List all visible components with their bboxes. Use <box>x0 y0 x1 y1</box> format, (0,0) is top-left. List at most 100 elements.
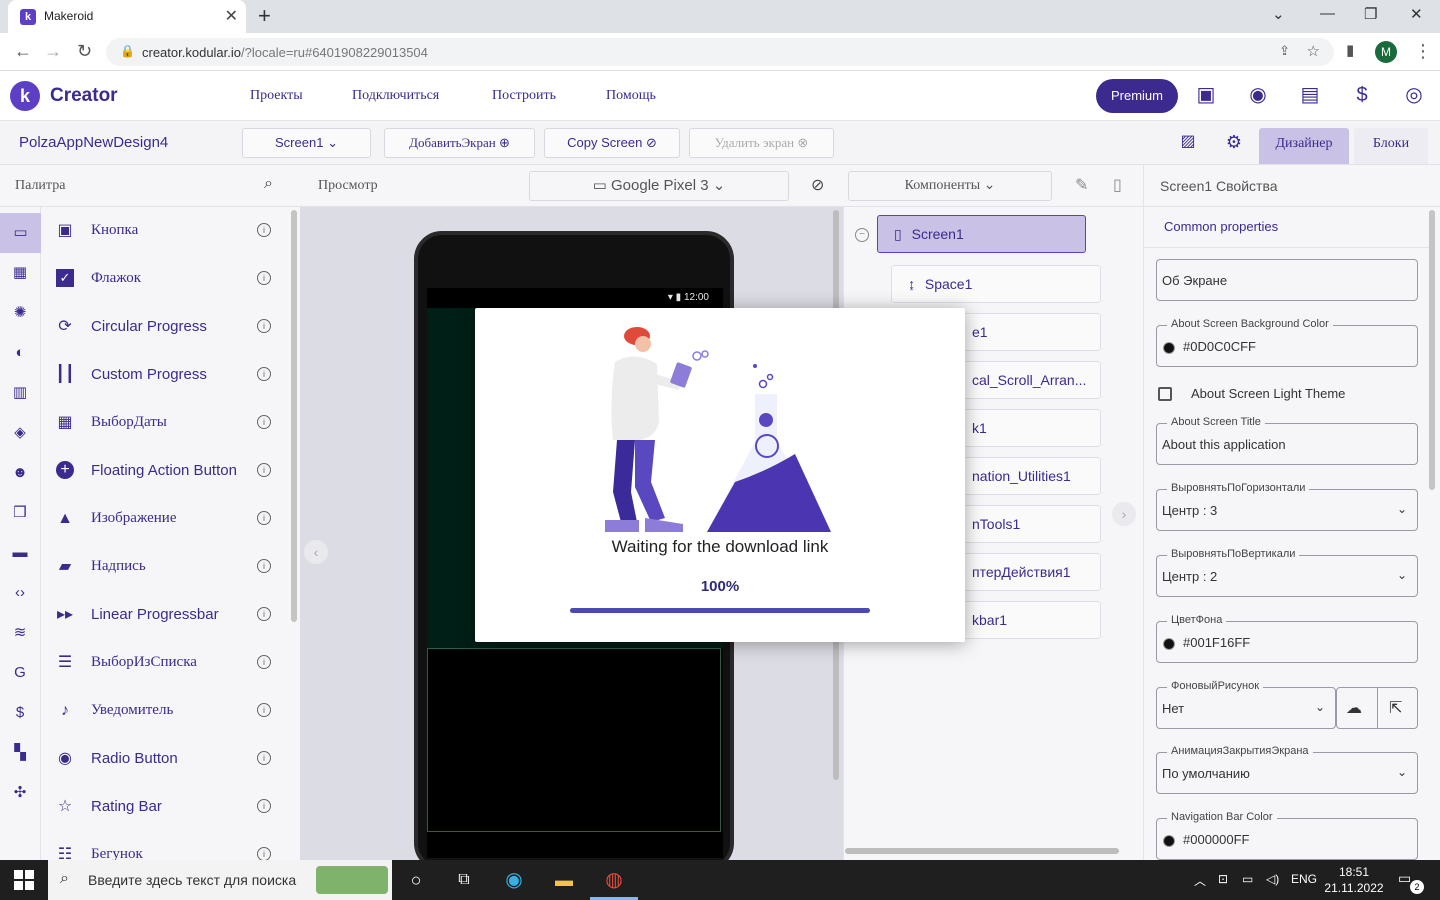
info-icon[interactable]: i <box>257 703 271 717</box>
network-icon[interactable]: ▭ <box>1242 872 1253 886</box>
back-icon[interactable]: ← <box>14 41 32 62</box>
sidepanel-icon[interactable]: ▮ <box>1346 41 1354 59</box>
info-icon[interactable]: i <box>257 559 271 573</box>
utilities-category-icon[interactable]: ▬ <box>10 543 30 563</box>
user-interface-category-icon[interactable]: ▭ <box>0 213 41 253</box>
palette-item-checkbox[interactable]: ✓ Флажок i <box>41 255 300 303</box>
google-category-icon[interactable]: G <box>10 663 30 683</box>
bookmark-star-icon[interactable]: ☆ <box>1307 42 1320 60</box>
settings-gear-icon[interactable]: ⚙ <box>1222 130 1246 154</box>
components-scrollbar[interactable] <box>845 848 1119 854</box>
extensions-category-icon[interactable]: ✣ <box>10 783 30 803</box>
about-title-field[interactable]: About Screen Title About this applicatio… <box>1156 416 1418 465</box>
palette-item-linear-progressbar[interactable]: ▸▸ Linear Progressbar i <box>41 591 300 639</box>
maps-category-icon[interactable]: ▥ <box>10 383 30 403</box>
gallery-icon[interactable]: ◉ <box>1246 83 1270 107</box>
reload-icon[interactable]: ↻ <box>77 41 92 62</box>
palette-item-button[interactable]: ▣ Кнопка i <box>41 207 300 255</box>
drawing-category-icon[interactable]: ◐ <box>10 343 30 363</box>
forward-icon[interactable]: → <box>44 41 62 62</box>
file-explorer-icon[interactable]: ▬ <box>552 868 576 892</box>
bgimage-select[interactable]: ФоновыйРисунок Нет ⌄ <box>1156 680 1336 729</box>
about-screen-field[interactable]: Об Экране <box>1156 259 1418 301</box>
bgcolor-field[interactable]: ЦветФона #001F16FF <box>1156 614 1418 663</box>
premium-button[interactable]: Premium <box>1096 79 1178 113</box>
palette-item-list-picker[interactable]: ☰ ВыборИзСписка i <box>41 639 300 687</box>
palette-item-image[interactable]: ▲ Изображение i <box>41 495 300 543</box>
navbar-color-field[interactable]: Navigation Bar Color #000000FF <box>1156 811 1418 860</box>
chrome-icon[interactable]: ◍ <box>602 868 626 892</box>
info-icon[interactable]: i <box>257 463 271 477</box>
info-icon[interactable]: i <box>257 655 271 669</box>
palette-item-circular-progress[interactable]: ⟳ Circular Progress i <box>41 303 300 351</box>
arrangement-box[interactable] <box>427 648 721 832</box>
profile-avatar[interactable]: M <box>1375 41 1397 63</box>
components-select[interactable]: Компоненты ⌄ <box>848 171 1052 201</box>
info-icon[interactable]: i <box>257 751 271 765</box>
hide-icon[interactable]: ⊘ <box>811 175 824 195</box>
tray-overflow-icon[interactable]: ︿ <box>1194 872 1206 889</box>
social-category-icon[interactable]: ☻ <box>10 463 30 483</box>
collapse-right-icon[interactable]: › <box>1112 502 1136 526</box>
menu-projects[interactable]: Проекты <box>250 88 303 104</box>
layout-category-icon[interactable]: ▦ <box>10 263 30 283</box>
menu-help[interactable]: Помощь <box>606 88 656 104</box>
browser-menu-icon[interactable]: ⋮ <box>1414 41 1432 62</box>
bg-color-about-field[interactable]: About Screen Background Color #0D0C0CFF <box>1156 318 1418 367</box>
valign-select[interactable]: ВыровнятьПоВертикали Центр : 2 ⌄ <box>1156 548 1418 597</box>
info-icon[interactable]: i <box>257 511 271 525</box>
device-select[interactable]: ▭ Google Pixel 3 ⌄ <box>529 171 789 201</box>
kodular-logo[interactable]: k <box>10 81 40 111</box>
menu-connect[interactable]: Подключиться <box>352 88 439 104</box>
palette-item-custom-progress[interactable]: ┃┃ Custom Progress i <box>41 351 300 399</box>
info-icon[interactable]: i <box>257 223 271 237</box>
palette-item-fab[interactable]: + Floating Action Button i <box>41 447 300 495</box>
menu-build[interactable]: Построить <box>492 88 556 104</box>
palette-item-notifier[interactable]: ♪ Уведомитель i <box>41 687 300 735</box>
edge-icon[interactable]: ◉ <box>502 868 526 892</box>
copy-screen-button[interactable]: Copy Screen ⊘ <box>544 128 680 158</box>
minimize-icon[interactable]: — <box>1320 5 1335 22</box>
common-properties-link[interactable]: Common properties <box>1164 219 1278 234</box>
delete-trash-icon[interactable]: ▯ <box>1113 175 1122 195</box>
account-icon[interactable]: ◎ <box>1402 83 1426 107</box>
folder-icon[interactable]: ▣ <box>1194 83 1218 107</box>
properties-scrollbar[interactable] <box>1429 210 1435 490</box>
monetization-category-icon[interactable]: $ <box>10 703 30 723</box>
share-icon[interactable]: ⇪ <box>1279 43 1290 59</box>
info-icon[interactable]: i <box>257 415 271 429</box>
tab-blocks[interactable]: Блоки <box>1354 128 1428 164</box>
info-icon[interactable]: i <box>257 271 271 285</box>
dynamic-category-icon[interactable]: ▚ <box>10 743 30 763</box>
language-indicator[interactable]: ENG <box>1291 872 1317 886</box>
new-tab-icon[interactable]: + <box>258 3 271 29</box>
tray-device-icon[interactable]: ⊡ <box>1218 872 1228 886</box>
palette-item-slider[interactable]: ☷ Бегунок i <box>41 831 300 860</box>
windows-start-icon[interactable] <box>14 870 34 890</box>
search-icon[interactable]: ⌕ <box>264 175 273 193</box>
open-external-icon[interactable]: ⇱ <box>1389 698 1402 718</box>
storage-category-icon[interactable]: ❒ <box>10 503 30 523</box>
image-gallery-icon[interactable]: ▨ <box>1176 130 1200 154</box>
taskbar-clock[interactable]: 18:51 21.11.2022 <box>1322 864 1386 896</box>
tab-designer[interactable]: Дизайнер <box>1259 128 1349 164</box>
component-space1[interactable]: ↨ Space1 <box>891 265 1101 303</box>
cortana-icon[interactable]: ○ <box>404 868 428 892</box>
info-icon[interactable]: i <box>257 607 271 621</box>
tab-close-icon[interactable]: ✕ <box>225 6 238 26</box>
docs-icon[interactable]: ▤ <box>1298 83 1322 107</box>
palette-item-label-component[interactable]: ▰ Надпись i <box>41 543 300 591</box>
info-icon[interactable]: i <box>257 319 271 333</box>
collapse-icon[interactable]: − <box>855 228 869 242</box>
collapse-left-icon[interactable]: ‹ <box>304 540 328 564</box>
task-view-icon[interactable]: ⧉ <box>452 868 476 892</box>
palette-item-date-picker[interactable]: ▦ ВыборДаты i <box>41 399 300 447</box>
halign-select[interactable]: ВыровнятьПоГоризонтали Центр : 3 ⌄ <box>1156 482 1418 531</box>
url-field[interactable]: 🔒 creator.kodular.io/?locale=ru#64019082… <box>106 38 1334 66</box>
tab-search-icon[interactable]: ⌄ <box>1272 5 1285 23</box>
rename-pencil-icon[interactable]: ✎ <box>1075 175 1088 195</box>
info-icon[interactable]: i <box>257 799 271 813</box>
info-icon[interactable]: i <box>257 367 271 381</box>
add-screen-button[interactable]: ДобавитьЭкран ⊕ <box>384 128 535 158</box>
media-category-icon[interactable]: ✺ <box>10 303 30 323</box>
